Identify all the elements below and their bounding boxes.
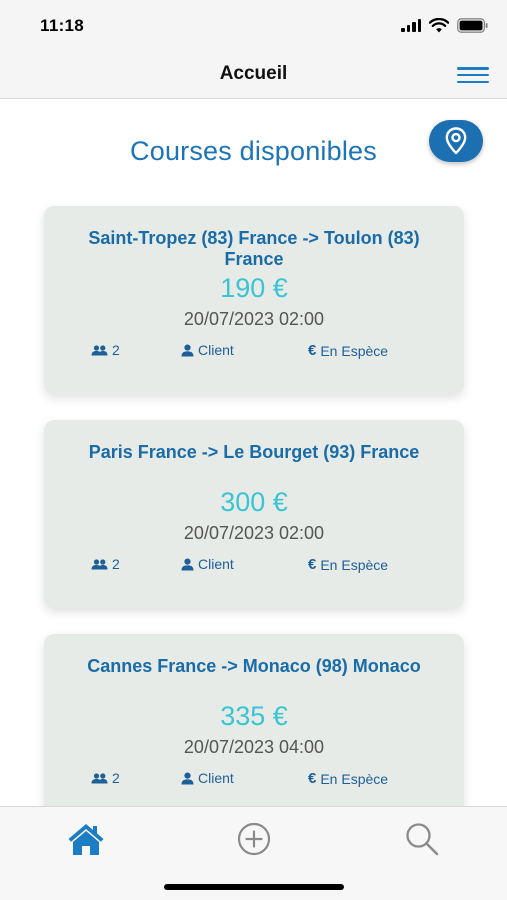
cellular-signal-icon: [401, 18, 421, 32]
course-date: 20/07/2023 02:00: [183, 523, 325, 543]
passengers-count: 2: [91, 556, 120, 572]
payment-method: € En Espèce: [308, 770, 389, 787]
users-icon: [91, 344, 108, 355]
users-icon: [91, 772, 108, 783]
course-price: 335 €: [220, 701, 288, 731]
course-meta: 2 Client € En Espèce: [44, 556, 464, 574]
nav-bar: Accueil: [0, 50, 507, 99]
tab-search[interactable]: [402, 819, 442, 859]
home-indicator: [164, 884, 344, 890]
course-card[interactable]: Paris France -> Le Bourget (93) France 3…: [44, 420, 464, 608]
passengers-count: 2: [91, 770, 120, 786]
client-label: Client: [181, 556, 234, 572]
tab-home[interactable]: [66, 819, 106, 859]
course-date: 20/07/2023 02:00: [183, 309, 325, 329]
wifi-icon: [429, 17, 449, 32]
course-card[interactable]: Cannes France -> Monaco (98) Monaco 335 …: [44, 634, 464, 822]
euro-icon: €: [308, 342, 317, 359]
course-price: 190 €: [220, 273, 288, 303]
course-route: Cannes France -> Monaco (98) Monaco: [87, 656, 421, 676]
nav-title: Accueil: [219, 63, 288, 84]
client-label: Client: [181, 770, 234, 786]
euro-icon: €: [308, 556, 317, 573]
add-circle-icon: [237, 822, 271, 856]
home-icon: [68, 824, 104, 855]
map-pin-icon: [445, 127, 467, 155]
hamburger-menu-button[interactable]: [457, 67, 489, 83]
status-icons: [401, 17, 489, 33]
tab-add[interactable]: [234, 819, 274, 859]
course-date: 20/07/2023 04:00: [183, 737, 325, 757]
user-icon: [181, 772, 194, 784]
course-route: Saint-Tropez (83) France -> Toulon (83) …: [88, 228, 420, 269]
course-route: Paris France -> Le Bourget (93) France: [88, 442, 420, 462]
user-icon: [181, 558, 194, 570]
course-price: 300 €: [220, 487, 288, 517]
hamburger-icon: [457, 67, 489, 70]
passengers-count: 2: [91, 342, 120, 358]
euro-icon: €: [308, 770, 317, 787]
status-bar: 11:18: [0, 0, 507, 50]
battery-icon: [457, 17, 488, 33]
user-icon: [181, 344, 194, 356]
payment-method: € En Espèce: [308, 342, 389, 359]
search-icon: [406, 823, 439, 856]
course-card[interactable]: Saint-Tropez (83) France -> Toulon (83) …: [44, 206, 464, 394]
course-meta: 2 Client € En Espèce: [44, 342, 464, 360]
client-label: Client: [181, 342, 234, 358]
status-time: 11:18: [40, 16, 85, 35]
users-icon: [91, 558, 108, 569]
payment-method: € En Espèce: [308, 556, 389, 573]
course-meta: 2 Client € En Espèce: [44, 770, 464, 788]
location-button[interactable]: [429, 120, 483, 162]
